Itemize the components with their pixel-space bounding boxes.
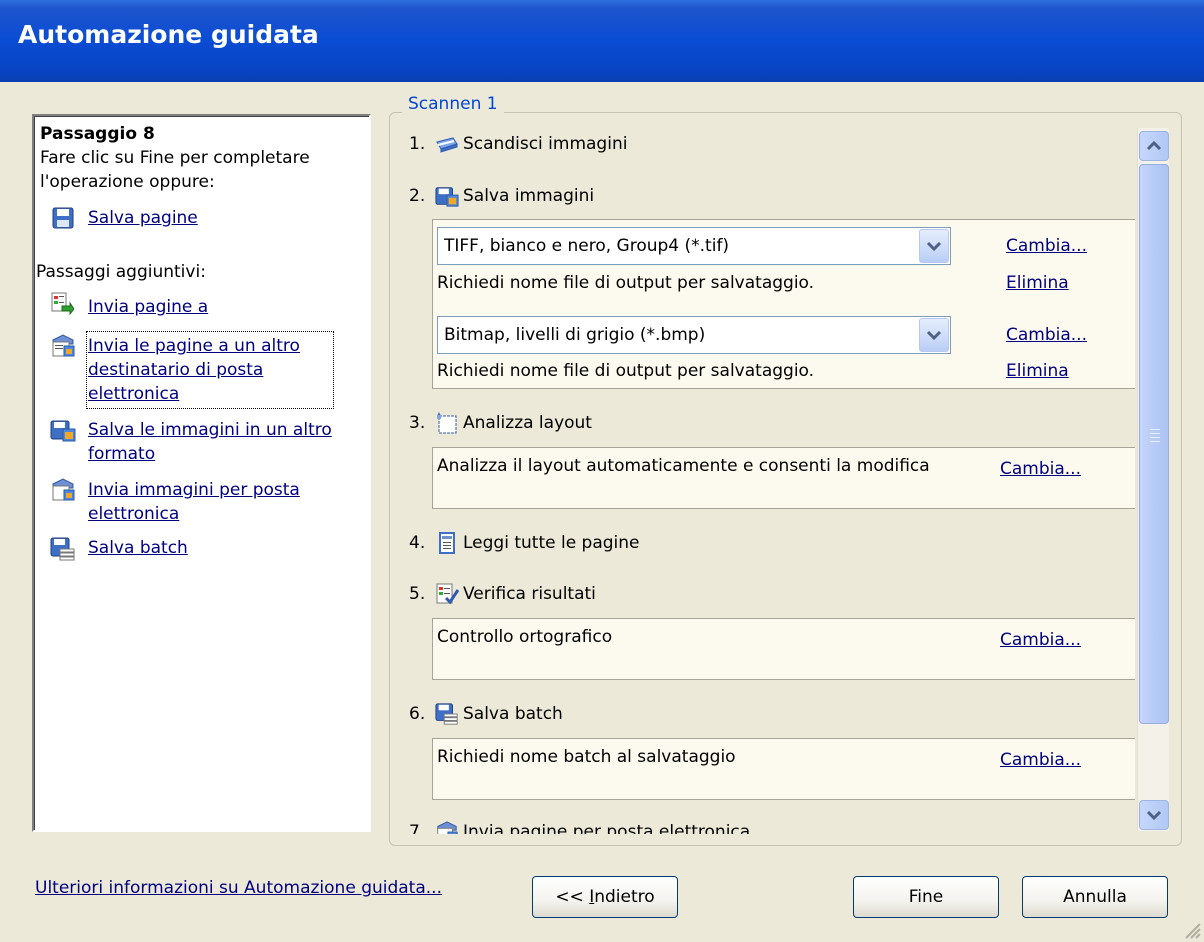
step-number: 7. (409, 822, 426, 834)
verify-results-description: Controllo ortografico (437, 627, 613, 647)
change-bmp-format-link[interactable]: Cambia... (1006, 325, 1087, 346)
delete-tiff-format-link[interactable]: Elimina (1006, 273, 1069, 294)
back-button-label: ndietro (594, 887, 655, 907)
step-4-read-all-pages: 4. Leggi tutte le pagine (409, 529, 640, 557)
mail-send-icon (435, 820, 461, 834)
format-select-bmp[interactable]: Bitmap, livelli di grigio (*.bmp) (437, 316, 951, 354)
step-number: 1. (409, 134, 426, 154)
change-analyze-layout-link[interactable]: Cambia... (1000, 459, 1081, 480)
save-batch-icon (50, 537, 75, 561)
additional-steps-heading: Passaggi aggiuntivi: (36, 262, 206, 282)
step-heading: Passaggio 8 (40, 124, 155, 144)
save-images-other-format-link-line1[interactable]: Salva le immagini in un altro (88, 419, 332, 442)
save-pages-link[interactable]: Salva pagine (88, 207, 198, 230)
step-label: Leggi tutte le pagine (463, 533, 640, 553)
format-select-tiff[interactable]: TIFF, bianco e nero, Group4 (*.tif) (437, 227, 951, 265)
finish-button[interactable]: Fine (853, 876, 999, 918)
step-6-save-batch: 6. Salva batch (409, 700, 563, 728)
vertical-scrollbar[interactable] (1137, 128, 1169, 831)
send-to-other-recipient-link-line3[interactable]: elettronica (88, 383, 179, 406)
send-pages-to-link[interactable]: Invia pagine a (88, 296, 208, 319)
step-label: Verifica risultati (463, 584, 596, 604)
back-button-prefix: << (555, 887, 590, 907)
step-number: 4. (409, 533, 426, 553)
step-number: 2. (409, 186, 426, 206)
verify-results-settings-panel: Controllo ortografico Cambia... (432, 618, 1135, 680)
save-batch-settings-panel: Richiedi nome batch al salvataggio Cambi… (432, 738, 1135, 800)
save-batch-icon (435, 702, 461, 726)
scanner-icon (435, 132, 461, 156)
scroll-down-button[interactable] (1139, 800, 1169, 830)
mail-images-icon (50, 478, 75, 502)
send-pages-icon (50, 292, 75, 316)
save-batch-description: Richiedi nome batch al salvataggio (437, 747, 736, 767)
change-tiff-format-link[interactable]: Cambia... (1006, 236, 1087, 257)
help-link[interactable]: Ulteriori informazioni su Automazione gu… (35, 878, 442, 898)
step-7-send-pages-email: 7. Invia pagine per posta elettronica (409, 818, 750, 834)
cancel-button[interactable]: Annulla (1022, 876, 1168, 918)
layout-icon (435, 411, 461, 435)
read-pages-icon (435, 531, 461, 555)
step-number: 6. (409, 704, 426, 724)
step-label: Salva immagini (463, 186, 595, 206)
tiff-output-description: Richiedi nome file di output per salvata… (437, 273, 815, 293)
send-images-email-link-line1[interactable]: Invia immagini per posta (88, 479, 300, 502)
send-to-other-recipient-link-line2[interactable]: destinatario di posta (88, 359, 263, 382)
step-2-save-images: 2. Salva immagini (409, 182, 594, 210)
scroll-thumb[interactable] (1139, 164, 1169, 724)
resize-grip-icon[interactable] (1182, 920, 1202, 940)
chevron-down-icon[interactable] (919, 229, 949, 263)
workflow-name-label: Scannen 1 (402, 94, 504, 114)
scroll-up-button[interactable] (1139, 131, 1169, 161)
dialog-window: Automazione guidata Passaggio 8 Fare cli… (0, 0, 1204, 942)
step-label: Invia pagine per posta elettronica (463, 822, 751, 834)
window-title: Automazione guidata (18, 20, 319, 49)
grip-line (1150, 429, 1160, 430)
step-label: Salva batch (463, 704, 563, 724)
save-batch-link[interactable]: Salva batch (88, 537, 188, 560)
format-select-value: TIFF, bianco e nero, Group4 (*.tif) (444, 236, 730, 256)
step-description-line2: l'operazione oppure: (40, 172, 215, 192)
title-bar[interactable]: Automazione guidata (0, 0, 1204, 82)
chevron-up-icon (1146, 140, 1162, 151)
step-label: Scandisci immagini (463, 134, 628, 154)
grip-line (1150, 433, 1160, 434)
bmp-output-description: Richiedi nome file di output per salvata… (437, 361, 815, 381)
analyze-layout-description: Analizza il layout automaticamente e con… (437, 456, 930, 476)
step-5-verify-results: 5. Verifica risultati (409, 580, 596, 608)
verify-icon (435, 582, 461, 606)
save-images-settings-panel: TIFF, bianco e nero, Group4 (*.tif) Camb… (432, 219, 1135, 389)
save-images-other-format-link-line2[interactable]: formato (88, 443, 155, 466)
step-description-line1: Fare clic su Fine per completare (40, 148, 310, 168)
workflow-steps-list: 1. Scandisci immagini 2. Salva immagini TI… (403, 128, 1135, 834)
step-number: 5. (409, 584, 426, 604)
grip-line (1150, 441, 1160, 442)
save-images-icon (435, 184, 461, 208)
change-verify-results-link[interactable]: Cambia... (1000, 630, 1081, 651)
delete-bmp-format-link[interactable]: Elimina (1006, 361, 1069, 382)
chevron-down-icon (1146, 810, 1162, 821)
step-number: 3. (409, 413, 426, 433)
back-button[interactable]: << Indietro (532, 876, 678, 918)
analyze-layout-settings-panel: Analizza il layout automaticamente e con… (432, 447, 1135, 509)
format-select-value: Bitmap, livelli di grigio (*.bmp) (444, 325, 706, 345)
step-label: Analizza layout (463, 413, 592, 433)
floppy-disk-icon (52, 207, 76, 231)
mail-send-icon (50, 334, 75, 358)
step-3-analyze-layout: 3. Analizza layout (409, 409, 592, 437)
send-to-other-recipient-link-line1[interactable]: Invia le pagine a un altro (88, 335, 300, 358)
change-save-batch-link[interactable]: Cambia... (1000, 750, 1081, 771)
step-info-panel (32, 114, 371, 832)
send-images-email-link-line2[interactable]: elettronica (88, 503, 179, 526)
grip-line (1150, 437, 1160, 438)
chevron-down-icon[interactable] (919, 318, 949, 352)
save-images-icon (50, 418, 76, 442)
step-1-scan-images: 1. Scandisci immagini (409, 130, 627, 158)
